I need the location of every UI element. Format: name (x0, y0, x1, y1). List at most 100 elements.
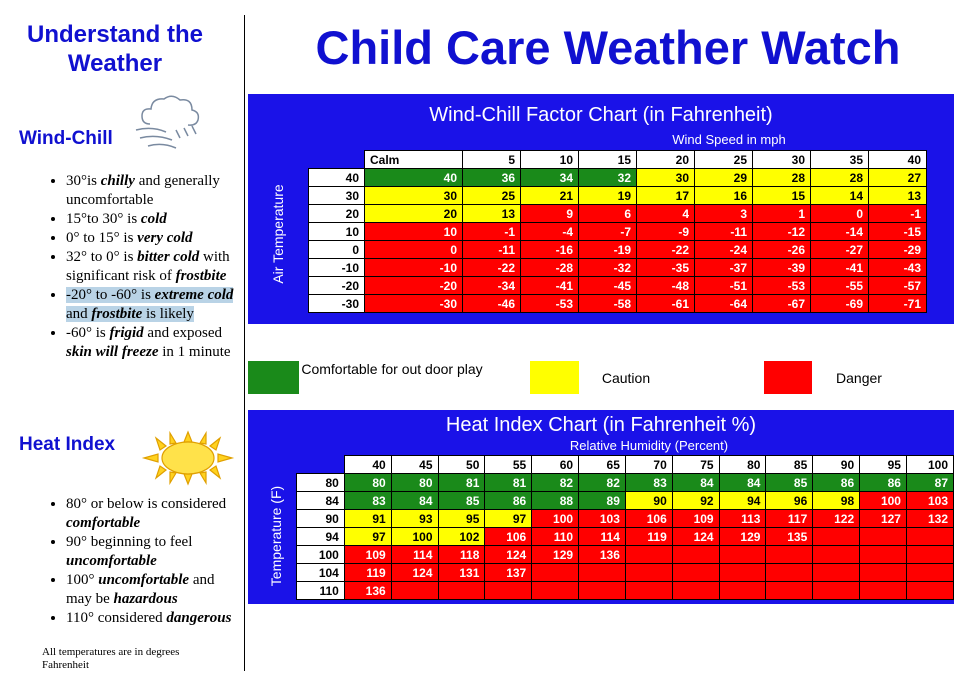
wind-chill-cell: 13 (462, 204, 521, 223)
heat-index-cell: 131 (437, 563, 486, 582)
wind-chill-cell: -71 (868, 294, 927, 313)
heat-index-cell (484, 581, 533, 600)
heat-index-row: 84 83 84 85 86 88 89 90 92 94 96 98 100 103 (296, 491, 955, 510)
wind-chill-chart-title: Wind-Chill Factor Chart (in Fahrenheit) (429, 104, 773, 126)
heat-index-cell: 124 (390, 563, 439, 582)
wind-chill-cell: -32 (578, 258, 637, 277)
wind-chill-subtitle: Wind Speed in mph (672, 132, 786, 147)
emphasis: dangerous (166, 610, 232, 626)
heat-index-cell: 113 (718, 509, 767, 528)
heat-index-cell: 94 (718, 491, 767, 510)
wind-chill-cell: 10 (364, 222, 463, 241)
emphasis: cold (140, 211, 167, 227)
heat-index-cell: 81 (484, 473, 533, 492)
emphasis: frostbite (175, 268, 227, 284)
wind-chill-cell: -27 (810, 240, 869, 259)
heat-index-cell: 129 (718, 527, 767, 546)
wind-chill-row-header: -10 (308, 258, 365, 277)
heat-index-list: 80° or below is considered comfortable90… (40, 495, 242, 628)
wind-chill-cell: -24 (694, 240, 753, 259)
wind-chill-item: -20° to -60° is extreme cold and frostbi… (66, 286, 242, 324)
legend-label-comfortable: Comfortable for out door play (301, 361, 483, 377)
page-title: Child Care Weather Watch (315, 21, 901, 74)
wind-chill-row: 30 30 25 21 19 17 16 15 14 13 (308, 186, 927, 205)
heat-index-row: 110 136 (296, 581, 955, 600)
wind-chill-row-header: 20 (308, 204, 365, 223)
heat-index-cell: 92 (671, 491, 720, 510)
wind-chill-cell: -64 (694, 294, 753, 313)
emphasis: skin will freeze (66, 344, 159, 360)
legend-label-caution: Caution (601, 370, 651, 386)
heat-index-col-header: 95 (859, 455, 907, 474)
wind-chill-cell: -39 (752, 258, 811, 277)
heat-index-row: 94 97 100 102 106 110 114 119 124 129 135 (296, 527, 955, 546)
heat-index-row-header: 84 (296, 491, 345, 510)
heat-index-cell: 87 (905, 473, 955, 492)
heat-index-cell: 91 (343, 509, 392, 528)
heat-index-cell: 93 (390, 509, 439, 528)
emphasis: frigid (109, 325, 144, 341)
heat-index-cell: 106 (484, 527, 533, 546)
wind-chill-cell: -7 (578, 222, 637, 241)
wind-chill-cell: -41 (520, 276, 579, 295)
wind-chill-col-header: 5 (462, 150, 521, 169)
heat-index-cell: 132 (905, 509, 955, 528)
heat-index-cell: 86 (484, 491, 533, 510)
heat-index-cell: 119 (343, 563, 392, 582)
heat-index-cell: 114 (390, 545, 439, 564)
heat-index-row-header: 110 (296, 581, 345, 600)
heat-index-cell: 98 (812, 491, 861, 510)
wind-chill-cell: -30 (364, 294, 463, 313)
heat-index-cell (765, 545, 814, 564)
heat-index-col-header: 55 (484, 455, 533, 474)
wind-chill-row: 0 0 -11 -16 -19 -22 -24 -26 -27 -29 (308, 240, 927, 259)
heat-index-axis-label: Temperature (F) (268, 485, 284, 587)
wind-chill-cell: -11 (694, 222, 753, 241)
wind-chill-cell: 40 (364, 168, 463, 187)
heat-index-col-header: 45 (390, 455, 439, 474)
wind-chill-row: -30 -30 -46 -53 -58 -61 -64 -67 -69 -71 (308, 294, 927, 313)
heat-index-col-header: 40 (343, 455, 392, 474)
wind-chill-cell: 3 (694, 204, 753, 223)
heat-index-item: 90° beginning to feel uncomfortable (66, 533, 242, 571)
wind-cloud-icon (135, 95, 200, 149)
footnote: All temperatures are in degrees Fahrenhe… (42, 646, 180, 671)
heat-index-cell: 118 (437, 545, 486, 564)
emphasis: uncomfortable (98, 572, 190, 588)
heat-index-cell: 82 (578, 473, 626, 492)
heat-index-cell: 119 (624, 527, 673, 546)
emphasis: bitter cold (137, 249, 200, 265)
emphasis: frostbite (91, 306, 143, 322)
wind-chill-list: 30°is chilly and generally uncomfortable… (40, 172, 242, 362)
sidebar-title-line2: Weather (67, 50, 163, 77)
heat-index-cell (671, 545, 720, 564)
heat-index-cell (624, 545, 673, 564)
wind-chill-heading: Wind-Chill (19, 128, 113, 149)
sidebar-title: Understand the Weather (15, 20, 215, 78)
wind-chill-cell: -69 (810, 294, 869, 313)
heat-index-cell: 109 (671, 509, 720, 528)
wind-chill-cell: 16 (694, 186, 753, 205)
heat-index-cell (765, 581, 814, 600)
wind-chill-cell: -29 (868, 240, 927, 259)
emphasis: extreme cold (154, 287, 234, 303)
wind-chill-row: -20 -20 -34 -41 -45 -48 -51 -53 -55 -57 (308, 276, 927, 295)
heat-index-cell (390, 581, 439, 600)
wind-chill-cell: -11 (462, 240, 521, 259)
heat-index-chart: Heat Index Chart (in Fahrenheit %) Relat… (248, 410, 955, 604)
wind-chill-cell: -35 (636, 258, 695, 277)
emphasis: very cold (137, 230, 193, 246)
wind-chill-row-header: -30 (308, 294, 365, 313)
heat-index-heading: Heat Index (19, 434, 116, 455)
heat-index-col-header: 80 (718, 455, 767, 474)
heat-index-row: 104 119 124 131 137 (296, 563, 955, 582)
heat-index-cell (905, 527, 955, 546)
heat-index-cell (859, 563, 907, 582)
wind-chill-col-header: 25 (694, 150, 753, 169)
wind-chill-cell: -22 (636, 240, 695, 259)
heat-index-corner (296, 455, 345, 474)
heat-index-cell: 85 (437, 491, 486, 510)
wind-chill-col-header: 20 (636, 150, 695, 169)
heat-index-col-header: 65 (578, 455, 626, 474)
wind-chill-cell: -20 (364, 276, 463, 295)
